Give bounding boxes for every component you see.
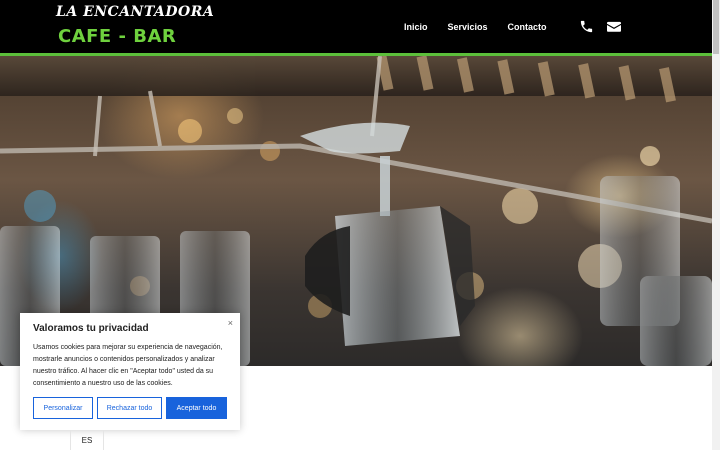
nav-item-contacto[interactable]: Contacto (508, 22, 547, 32)
cookie-consent-banner: Valoramos tu privacidad × Usamos cookies… (20, 313, 240, 430)
cookie-description: Usamos cookies para mejorar su experienc… (33, 344, 223, 387)
accept-all-button[interactable]: Aceptar todo (166, 397, 227, 419)
page-scrollbar[interactable] (712, 0, 720, 450)
logo-subtitle: CAFE - BAR (58, 26, 177, 47)
envelope-icon[interactable] (607, 20, 621, 33)
language-switcher[interactable]: ES (70, 430, 104, 450)
site-header: LA ENCANTADORA CAFE - BAR Inicio Servici… (0, 0, 712, 54)
close-icon[interactable]: × (228, 318, 233, 328)
reject-all-button[interactable]: Rechazar todo (97, 397, 162, 419)
logo-name: LA ENCANTADORA (56, 4, 215, 20)
site-logo[interactable]: LA ENCANTADORA CAFE - BAR (56, 4, 214, 50)
cookie-title: Valoramos tu privacidad (33, 323, 149, 334)
nav-item-inicio[interactable]: Inicio (404, 22, 428, 32)
customize-button[interactable]: Personalizar (33, 397, 93, 419)
phone-icon[interactable] (579, 19, 594, 34)
nav-item-servicios[interactable]: Servicios (448, 22, 488, 32)
scrollbar-thumb[interactable] (713, 0, 719, 54)
main-nav: Inicio Servicios Contacto (396, 0, 547, 54)
